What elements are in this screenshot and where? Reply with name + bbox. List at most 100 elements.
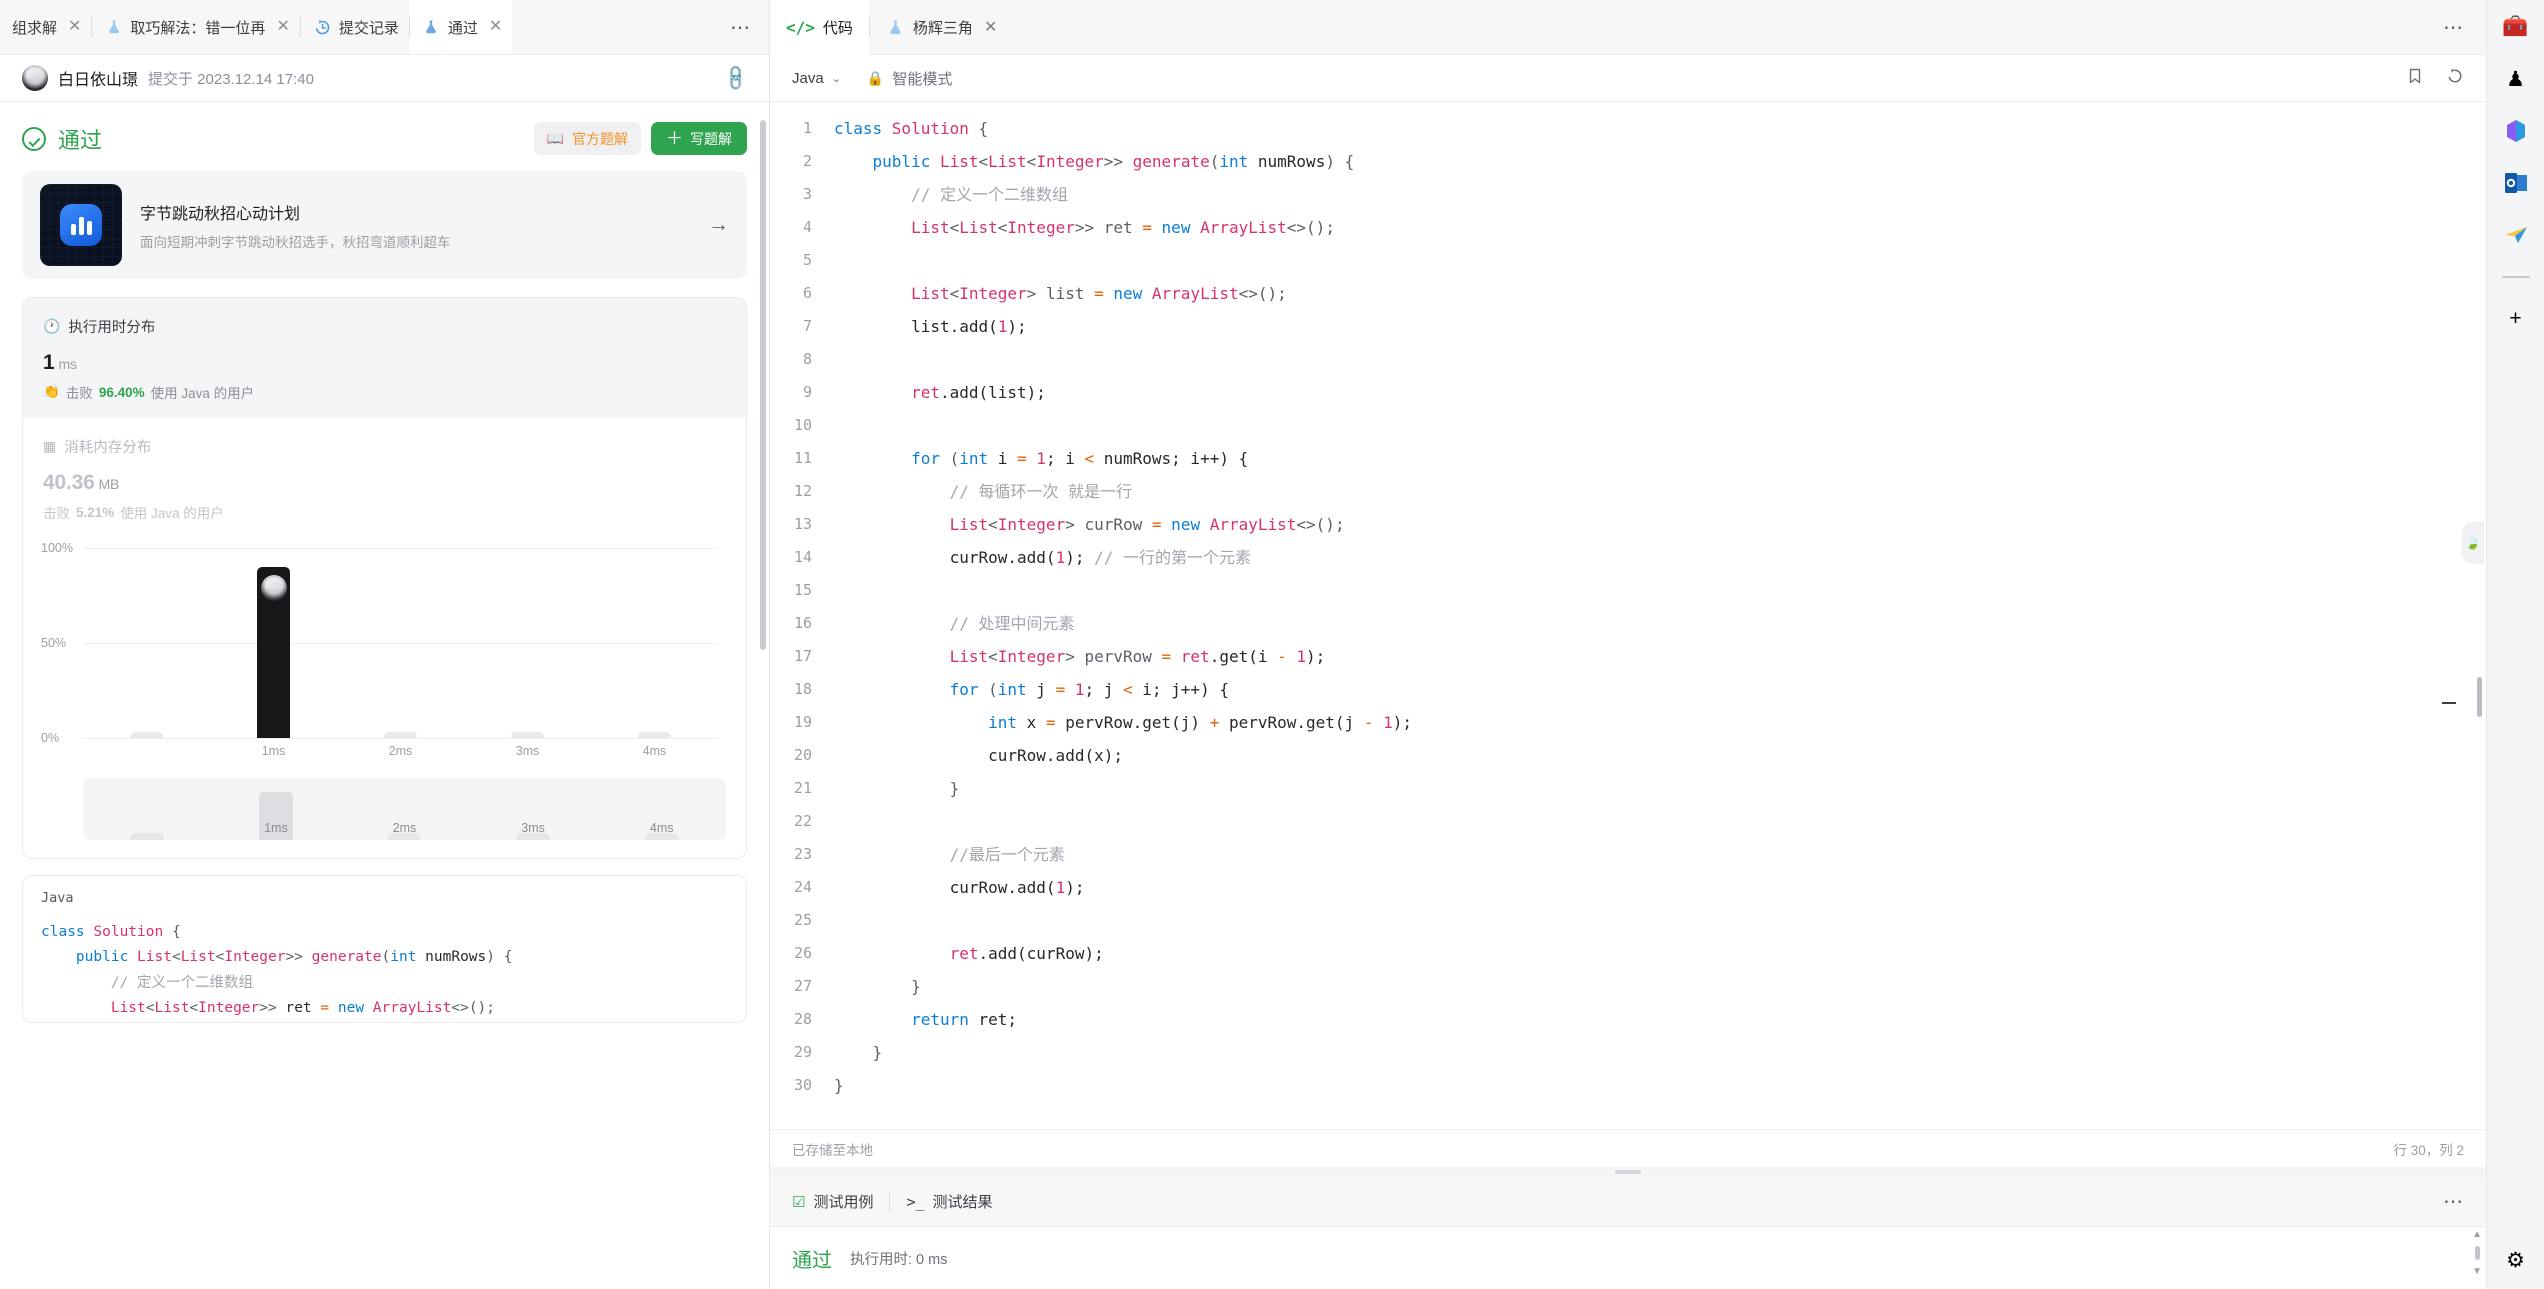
- chart-bar[interactable]: [257, 567, 290, 738]
- editor-line[interactable]: 21 }: [770, 772, 2486, 805]
- editor-line[interactable]: 5: [770, 244, 2486, 277]
- microsoft365-icon[interactable]: [2501, 116, 2531, 146]
- chart-bar[interactable]: [511, 732, 544, 738]
- tab-array-solve[interactable]: 组求解 ✕: [0, 0, 91, 54]
- code-editor[interactable]: 1 class Solution {2 public List<List<Inte…: [770, 102, 2486, 1129]
- editor-line[interactable]: 10: [770, 409, 2486, 442]
- line-number: 13: [793, 515, 812, 533]
- editor-line[interactable]: 27 }: [770, 970, 2486, 1003]
- editor-line[interactable]: 12 // 每循环一次 就是一行: [770, 475, 2486, 508]
- add-app-button[interactable]: +: [2501, 304, 2531, 334]
- left-panel-scrollbar[interactable]: [760, 120, 766, 650]
- chart-bar-slot[interactable]: [591, 548, 718, 738]
- editor-line[interactable]: 1 class Solution {: [770, 112, 2486, 145]
- tab-code[interactable]: </> 代码: [770, 0, 869, 55]
- chart-bar[interactable]: [130, 732, 163, 738]
- editor-vertical-scrollbar[interactable]: [2477, 677, 2482, 717]
- editor-line[interactable]: 28 return ret;: [770, 1003, 2486, 1036]
- chart-bar-slot[interactable]: [210, 548, 337, 738]
- tab-test-results[interactable]: >_ 测试结果: [906, 1191, 992, 1212]
- line-content: // 每循环一次 就是一行: [834, 482, 1133, 501]
- console-scrollbar[interactable]: ▲ ▼: [2472, 1229, 2482, 1277]
- editor-line[interactable]: 15: [770, 574, 2486, 607]
- editor-line[interactable]: 26 ret.add(curRow);: [770, 937, 2486, 970]
- tab-submission-records[interactable]: 提交记录: [301, 0, 409, 54]
- editor-line[interactable]: 19 int x = pervRow.get(j) + pervRow.get(…: [770, 706, 2486, 739]
- scroll-down-icon[interactable]: ▼: [2472, 1266, 2482, 1277]
- editor-line[interactable]: 22: [770, 805, 2486, 838]
- chart-range-slider[interactable]: 1ms 2ms 3ms 4ms: [83, 778, 726, 840]
- chart-bar-slot[interactable]: [464, 548, 591, 738]
- editor-line[interactable]: 4 List<List<Integer>> ret = new ArrayLis…: [770, 211, 2486, 244]
- editor-line[interactable]: 17 List<Integer> pervRow = ret.get(i - 1…: [770, 640, 2486, 673]
- minimap-slot[interactable]: [83, 778, 212, 840]
- panel-splitter[interactable]: [770, 1167, 2486, 1177]
- editor-line[interactable]: 24 curRow.add(1);: [770, 871, 2486, 904]
- editor-line[interactable]: 25: [770, 904, 2486, 937]
- editor-line[interactable]: 13 List<Integer> curRow = new ArrayList<…: [770, 508, 2486, 541]
- scroll-thumb[interactable]: [2474, 1246, 2480, 1260]
- link-icon[interactable]: 🔗: [720, 63, 751, 94]
- bookmark-icon[interactable]: [2406, 67, 2424, 90]
- smart-mode-toggle[interactable]: 🔒 智能模式: [867, 68, 952, 89]
- editor-more-button[interactable]: ⋯: [2421, 15, 2486, 40]
- paperplane-icon[interactable]: [2501, 220, 2531, 250]
- memory-number: 40.36: [43, 471, 95, 494]
- close-icon[interactable]: ✕: [276, 19, 289, 35]
- console-more-button[interactable]: ⋯: [2443, 1189, 2464, 1214]
- editor-line[interactable]: 20 curRow.add(x);: [770, 739, 2486, 772]
- runtime-distribution-block[interactable]: 🕐 执行用时分布 1 ms 👏 击败 96.40% 使用 Java 的用户: [23, 298, 746, 418]
- editor-line[interactable]: 8: [770, 343, 2486, 376]
- submitter-name[interactable]: 白日依山璟: [58, 66, 138, 90]
- tab-passed[interactable]: 通过 ✕: [409, 0, 513, 54]
- ai-assistant-button[interactable]: 🍃: [2462, 522, 2484, 564]
- line-number: 18: [793, 680, 812, 698]
- line-number: 21: [793, 779, 812, 797]
- promo-card[interactable]: 字节跳动秋招心动计划 面向短期冲刺字节跳动秋招选手，秋招弯道顺利超车 →: [22, 171, 747, 279]
- tab-pascals-triangle[interactable]: 杨辉三角 ✕: [870, 0, 1013, 55]
- editor-line[interactable]: 11 for (int i = 1; i < numRows; i++) {: [770, 442, 2486, 475]
- minimap-bar[interactable]: [130, 832, 165, 840]
- editor-line[interactable]: 23 //最后一个元素: [770, 838, 2486, 871]
- editor-line[interactable]: 6 List<Integer> list = new ArrayList<>()…: [770, 277, 2486, 310]
- editor-line[interactable]: 30}: [770, 1069, 2486, 1102]
- editor-line[interactable]: 18 for (int j = 1; j < i; j++) {: [770, 673, 2486, 706]
- code-icon: </>: [786, 17, 815, 37]
- outlook-icon[interactable]: [2501, 168, 2531, 198]
- chart-badge-icon: [60, 204, 102, 246]
- close-icon[interactable]: ✕: [489, 19, 502, 35]
- line-number: 5: [802, 251, 812, 269]
- line-number: 7: [802, 317, 812, 335]
- editor-line[interactable]: 3 // 定义一个二维数组: [770, 178, 2486, 211]
- toolbox-icon[interactable]: 🧰: [2501, 12, 2531, 42]
- editor-line[interactable]: 2 public List<List<Integer>> generate(in…: [770, 145, 2486, 178]
- line-number: 8: [802, 350, 812, 368]
- close-icon[interactable]: ✕: [984, 17, 997, 37]
- official-solution-button[interactable]: 📖 官方题解: [533, 122, 641, 155]
- editor-line[interactable]: 9 ret.add(list);: [770, 376, 2486, 409]
- chart-bar-slot[interactable]: [83, 548, 210, 738]
- scroll-up-icon[interactable]: ▲: [2472, 1229, 2482, 1240]
- chess-icon[interactable]: ♟: [2501, 64, 2531, 94]
- left-tabstrip-more-button[interactable]: ⋯: [712, 15, 769, 40]
- editor-line[interactable]: 16 // 处理中间元素: [770, 607, 2486, 640]
- gear-icon[interactable]: ⚙: [2501, 1245, 2531, 1275]
- tab-trick-solution[interactable]: 取巧解法：错一位再 ✕: [92, 0, 299, 54]
- editor-line[interactable]: 29 }: [770, 1036, 2486, 1069]
- close-icon[interactable]: ✕: [68, 19, 81, 35]
- chart-bar-slot[interactable]: [337, 548, 464, 738]
- flask-icon: [886, 18, 905, 37]
- language-selector[interactable]: Java ⌄: [792, 70, 841, 87]
- submitter-bar: 白日依山璟 提交于 2023.12.14 17:40 🔗: [0, 55, 769, 102]
- editor-line[interactable]: 14 curRow.add(1); // 一行的第一个元素: [770, 541, 2486, 574]
- arrow-right-icon[interactable]: →: [708, 213, 729, 237]
- runtime-beat-percent: 96.40%: [98, 384, 145, 400]
- write-solution-button[interactable]: ＋ 写题解: [651, 122, 747, 155]
- chart-bar[interactable]: [384, 732, 417, 738]
- chart-bar[interactable]: [638, 732, 671, 738]
- metrics-card: 🕐 执行用时分布 1 ms 👏 击败 96.40% 使用 Java 的用户 ▦ …: [22, 297, 747, 859]
- reset-icon[interactable]: [2446, 67, 2464, 90]
- editor-line[interactable]: 7 list.add(1);: [770, 310, 2486, 343]
- tab-test-cases[interactable]: ☑ 测试用例: [792, 1191, 873, 1212]
- memory-distribution-block[interactable]: ▦ 消耗内存分布 40.36 MB 击败 5.21% 使用 Java 的用户: [23, 418, 746, 538]
